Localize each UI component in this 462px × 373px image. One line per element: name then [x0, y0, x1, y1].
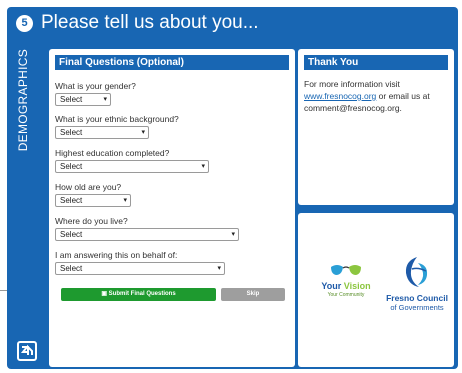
- ethnic-background-select[interactable]: Select ▾: [55, 126, 149, 139]
- info-text-prefix: For more information visit: [304, 79, 400, 89]
- ethnic-background-select-value: Select: [60, 128, 83, 137]
- header: 5 Please tell us about you...: [7, 7, 458, 39]
- age-label: How old are you?: [55, 182, 122, 192]
- on-behalf-of-select[interactable]: Select ▾: [55, 262, 225, 275]
- section-label-text: DEMOGRAPHICS: [16, 49, 30, 152]
- logos-panel: Your Vision Your Community Fresno Counci…: [298, 213, 454, 367]
- chevron-down-icon: ▾: [141, 129, 145, 136]
- your-vision-tagline: Your Community: [327, 292, 365, 298]
- glasses-icon: [331, 265, 361, 275]
- on-behalf-of-select-value: Select: [60, 264, 83, 273]
- step-number-badge: 5: [16, 15, 33, 32]
- chevron-down-icon: ▾: [123, 197, 127, 204]
- gender-select[interactable]: Select ▾: [55, 93, 111, 106]
- fresno-council-name: Fresno Council: [386, 293, 448, 303]
- submit-final-questions-button[interactable]: ▣ Submit Final Questions: [61, 288, 216, 301]
- thank-you-heading: Thank You: [304, 55, 448, 70]
- ethnic-background-label: What is your ethnic background?: [55, 114, 179, 124]
- age-select[interactable]: Select ▾: [55, 194, 131, 207]
- thank-you-panel: Thank You For more information visit www…: [298, 49, 454, 205]
- gender-label: What is your gender?: [55, 81, 136, 91]
- education-select-value: Select: [60, 162, 83, 171]
- thank-you-text: For more information visit www.fresnocog…: [304, 78, 450, 114]
- chevron-down-icon: ▾: [103, 96, 107, 103]
- page-title: Please tell us about you...: [41, 12, 259, 33]
- fresno-council-logo: Fresno Council of Governments: [382, 253, 452, 317]
- chevron-down-icon: ▾: [217, 265, 221, 272]
- age-select-value: Select: [60, 196, 83, 205]
- save-icon: ▣: [101, 291, 109, 297]
- residence-label: Where do you live?: [55, 216, 128, 226]
- education-label: Highest education completed?: [55, 148, 170, 158]
- survey-frame: 5 Please tell us about you... DEMOGRAPHI…: [7, 7, 458, 369]
- skip-button[interactable]: Skip: [221, 288, 285, 301]
- chevron-down-icon: ▾: [201, 163, 205, 170]
- residence-select[interactable]: Select ▾: [55, 228, 239, 241]
- on-behalf-of-label: I am answering this on behalf of:: [55, 250, 178, 260]
- final-questions-heading: Final Questions (Optional): [55, 55, 289, 70]
- section-side-label: DEMOGRAPHICS: [12, 49, 34, 169]
- gender-select-value: Select: [60, 95, 83, 104]
- your-vision-title-a: Your: [321, 281, 344, 291]
- final-questions-panel: Final Questions (Optional) What is your …: [49, 49, 295, 367]
- your-vision-title: Your Vision: [316, 281, 376, 291]
- your-vision-logo: Your Vision Your Community: [316, 259, 376, 309]
- your-vision-title-b: Vision: [343, 281, 371, 291]
- residence-select-value: Select: [60, 230, 83, 239]
- submit-button-label: Submit Final Questions: [108, 291, 176, 297]
- fresno-council-emblem-icon: [405, 257, 428, 287]
- app-logo-icon: [17, 341, 37, 361]
- education-select[interactable]: Select ▾: [55, 160, 209, 173]
- fresno-council-subtitle: of Governments: [390, 303, 444, 312]
- chevron-down-icon: ▾: [231, 231, 235, 238]
- website-link[interactable]: www.fresnocog.org: [304, 91, 376, 101]
